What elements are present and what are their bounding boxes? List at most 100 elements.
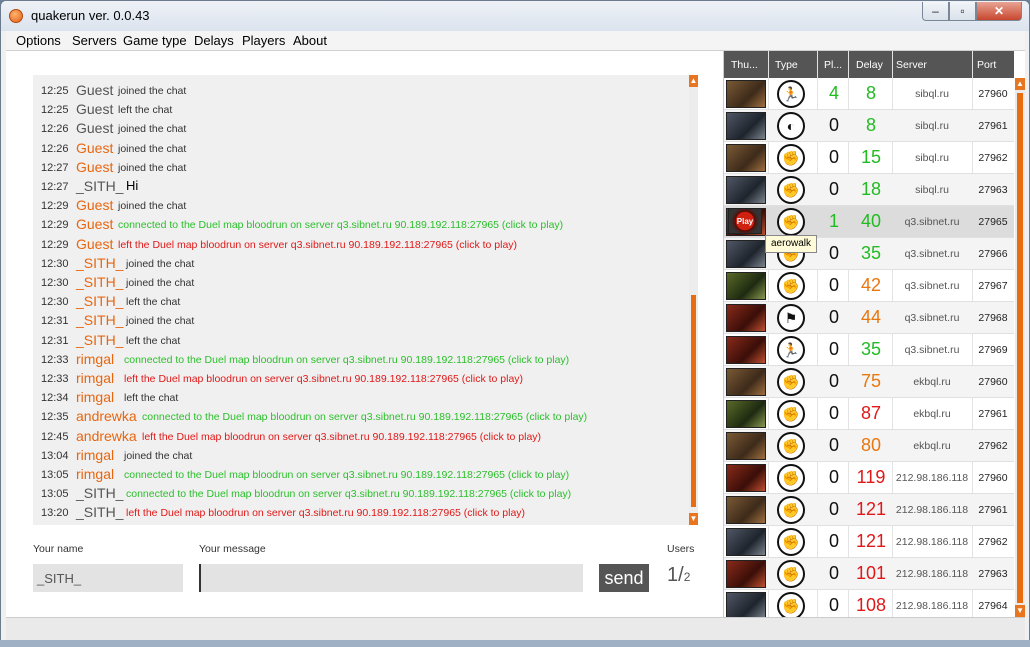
server-row[interactable]: ✊ 0 15 sibql.ru 27962 [724, 142, 1014, 174]
map-thumbnail[interactable] [726, 240, 766, 268]
fist-icon: ✊ [777, 400, 805, 428]
menu-players[interactable]: Players [242, 33, 285, 48]
map-thumbnail[interactable] [726, 464, 766, 492]
server-row[interactable]: ⚑ 0 44 q3.sibnet.ru 27968 [724, 302, 1014, 334]
chat-message[interactable]: left the Duel map bloodrun on server q3.… [124, 373, 523, 385]
chat-log[interactable]: ▲ ▼ 12:25 Guest joined the chat 12:25 Guest l… [33, 75, 698, 525]
chat-message[interactable]: connected to the Duel map bloodrun on se… [118, 219, 563, 231]
chat-username[interactable]: _SITH_ [76, 312, 123, 328]
col-thumb[interactable]: Thu... [731, 59, 758, 71]
chat-username[interactable]: _SITH_ [76, 293, 123, 309]
chat-username[interactable]: Guest [76, 236, 113, 252]
server-row[interactable]: ✊ 0 80 ekbql.ru 27962 [724, 430, 1014, 462]
chat-message: joined the chat [118, 85, 187, 97]
chat-message[interactable]: connected to the Duel map bloodrun on se… [142, 411, 587, 423]
menu-game-type[interactable]: Game type [123, 33, 187, 48]
server-row[interactable]: ✊ 0 42 q3.sibnet.ru 27967 [724, 270, 1014, 302]
chat-username[interactable]: rimgal [76, 370, 114, 386]
server-row[interactable]: ✊ 0 75 ekbql.ru 27960 [724, 366, 1014, 398]
delay-cell: 42 [860, 275, 882, 295]
server-row[interactable]: ✊ 0 101 212.98.186.118 27963 [724, 558, 1014, 590]
chat-username[interactable]: rimgal [76, 466, 114, 482]
map-thumbnail[interactable] [726, 336, 766, 364]
minimize-button[interactable]: – [922, 2, 949, 21]
chat-username[interactable]: andrewka [76, 408, 137, 424]
menu-delays[interactable]: Delays [194, 33, 234, 48]
map-thumbnail[interactable] [726, 112, 766, 140]
col-port[interactable]: Port [977, 59, 996, 71]
chat-message[interactable]: connected to the Duel map bloodrun on se… [124, 354, 569, 366]
port-cell: 27960 [978, 88, 1008, 100]
grid-scrollbar[interactable]: ▲ ▼ [1015, 78, 1025, 617]
map-thumbnail[interactable] [726, 400, 766, 428]
chat-message[interactable]: connected to the Duel map bloodrun on se… [124, 469, 569, 481]
chat-username[interactable]: _SITH_ [76, 178, 123, 194]
map-thumbnail[interactable] [726, 368, 766, 396]
server-grid[interactable]: Thu... Type Pl... Delay Server Port 🏃 4 8 s… [723, 51, 1014, 617]
chat-username[interactable]: andrewka [76, 428, 137, 444]
map-thumbnail[interactable] [726, 304, 766, 332]
chat-username[interactable]: Guest [76, 197, 113, 213]
map-thumbnail[interactable] [726, 272, 766, 300]
server-row[interactable]: ✊ 0 121 212.98.186.118 27962 [724, 526, 1014, 558]
chat-username[interactable]: _SITH_ [76, 274, 123, 290]
menu-about[interactable]: About [293, 33, 327, 48]
chat-username[interactable]: rimgal [76, 351, 114, 367]
chat-username[interactable]: Guest [76, 216, 113, 232]
chat-username[interactable]: rimgal [76, 447, 114, 463]
send-button[interactable]: send [599, 564, 649, 592]
chat-message[interactable]: left the Duel map bloodrun on server q3.… [142, 431, 541, 443]
chat-scroll-thumb[interactable] [691, 295, 696, 507]
menu-options[interactable]: Options [16, 33, 61, 48]
server-row[interactable]: ✊ 0 119 212.98.186.118 27960 [724, 462, 1014, 494]
col-delay[interactable]: Delay [856, 59, 883, 71]
menu-servers[interactable]: Servers [72, 33, 117, 48]
maximize-button[interactable]: ▫ [949, 2, 976, 21]
server-row[interactable]: 🏃 0 35 q3.sibnet.ru 27969 [724, 334, 1014, 366]
title-bar[interactable]: quakerun ver. 0.0.43 – ▫ ✕ [1, 1, 1029, 31]
chat-username[interactable]: Guest [76, 120, 113, 136]
message-input[interactable] [199, 564, 583, 592]
server-row[interactable]: ◐ 0 8 sibql.ru 27961 [724, 110, 1014, 142]
chat-username[interactable]: Guest [76, 140, 113, 156]
server-row[interactable]: ✊ 0 87 ekbql.ru 27961 [724, 398, 1014, 430]
map-thumbnail[interactable] [726, 176, 766, 204]
col-players[interactable]: Pl... [824, 59, 842, 71]
chat-username[interactable]: Guest [76, 159, 113, 175]
chat-scrollbar[interactable]: ▲ ▼ [689, 75, 698, 525]
chat-message[interactable]: left the Duel map bloodrun on server q3.… [126, 507, 525, 519]
name-field[interactable]: _SITH_ [33, 564, 183, 592]
map-thumbnail[interactable] [726, 144, 766, 172]
server-row[interactable]: ✊ 1 40 q3.sibnet.ru 27965 [724, 206, 1014, 238]
chat-username[interactable]: _SITH_ [76, 504, 123, 520]
play-button[interactable]: Play [728, 208, 762, 234]
map-thumbnail[interactable] [726, 432, 766, 460]
delay-cell: 75 [860, 371, 882, 391]
scroll-down-icon[interactable]: ▼ [689, 513, 698, 525]
map-thumbnail[interactable] [726, 528, 766, 556]
grid-scroll-down-icon[interactable]: ▼ [1015, 605, 1025, 617]
scroll-up-icon[interactable]: ▲ [689, 75, 698, 87]
col-type[interactable]: Type [775, 59, 798, 71]
chat-username[interactable]: _SITH_ [76, 332, 123, 348]
chat-username[interactable]: Guest [76, 101, 113, 117]
server-row[interactable]: ✊ 0 121 212.98.186.118 27961 [724, 494, 1014, 526]
map-thumbnail[interactable] [726, 592, 766, 617]
chat-username[interactable]: rimgal [76, 389, 114, 405]
map-thumbnail[interactable] [726, 496, 766, 524]
chat-username[interactable]: _SITH_ [76, 255, 123, 271]
grid-scroll-thumb[interactable] [1017, 93, 1023, 603]
close-button[interactable]: ✕ [976, 2, 1022, 21]
server-row[interactable]: 🏃 4 8 sibql.ru 27960 [724, 78, 1014, 110]
chat-message[interactable]: connected to the Duel map bloodrun on se… [126, 488, 571, 500]
map-thumbnail[interactable] [726, 80, 766, 108]
map-thumbnail[interactable] [726, 560, 766, 588]
server-row[interactable]: ✊ 0 108 212.98.186.118 27964 [724, 590, 1014, 617]
server-row[interactable]: ✊ 0 18 sibql.ru 27963 [724, 174, 1014, 206]
col-server[interactable]: Server [896, 59, 927, 71]
chat-message[interactable]: left the Duel map bloodrun on server q3.… [118, 239, 517, 251]
grid-scroll-up-icon[interactable]: ▲ [1015, 78, 1025, 90]
chat-username[interactable]: _SITH_ [76, 485, 123, 501]
chat-username[interactable]: Guest [76, 82, 113, 98]
server-cell: ekbql.ru [913, 440, 951, 452]
